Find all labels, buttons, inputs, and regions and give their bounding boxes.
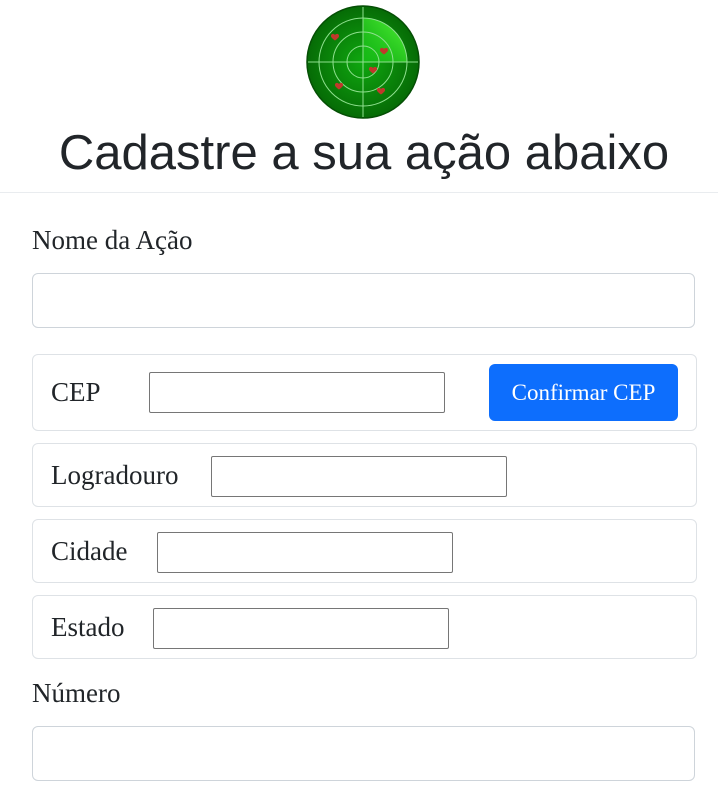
cidade-label: Cidade	[51, 536, 128, 566]
confirm-cep-button[interactable]: Confirmar CEP	[489, 364, 678, 421]
nome-acao-input[interactable]	[32, 273, 695, 328]
page-header: Cadastre a sua ação abaixo	[0, 0, 718, 193]
page-title: Cadastre a sua ação abaixo	[58, 126, 670, 180]
logradouro-group: Logradouro	[32, 443, 697, 507]
logradouro-label: Logradouro	[51, 460, 179, 490]
numero-input[interactable]	[32, 726, 695, 781]
cep-input[interactable]	[149, 372, 445, 413]
numero-label: Número	[32, 678, 121, 708]
cidade-input[interactable]	[157, 532, 453, 573]
logradouro-input[interactable]	[211, 456, 507, 497]
cidade-group: Cidade	[32, 519, 697, 583]
nome-acao-label: Nome da Ação	[32, 225, 193, 255]
estado-input[interactable]	[153, 608, 449, 649]
radar-icon	[306, 5, 420, 119]
cep-group: CEP Confirmar CEP	[32, 354, 697, 431]
cep-label: CEP	[51, 377, 101, 407]
estado-group: Estado	[32, 595, 697, 659]
estado-label: Estado	[51, 612, 125, 642]
